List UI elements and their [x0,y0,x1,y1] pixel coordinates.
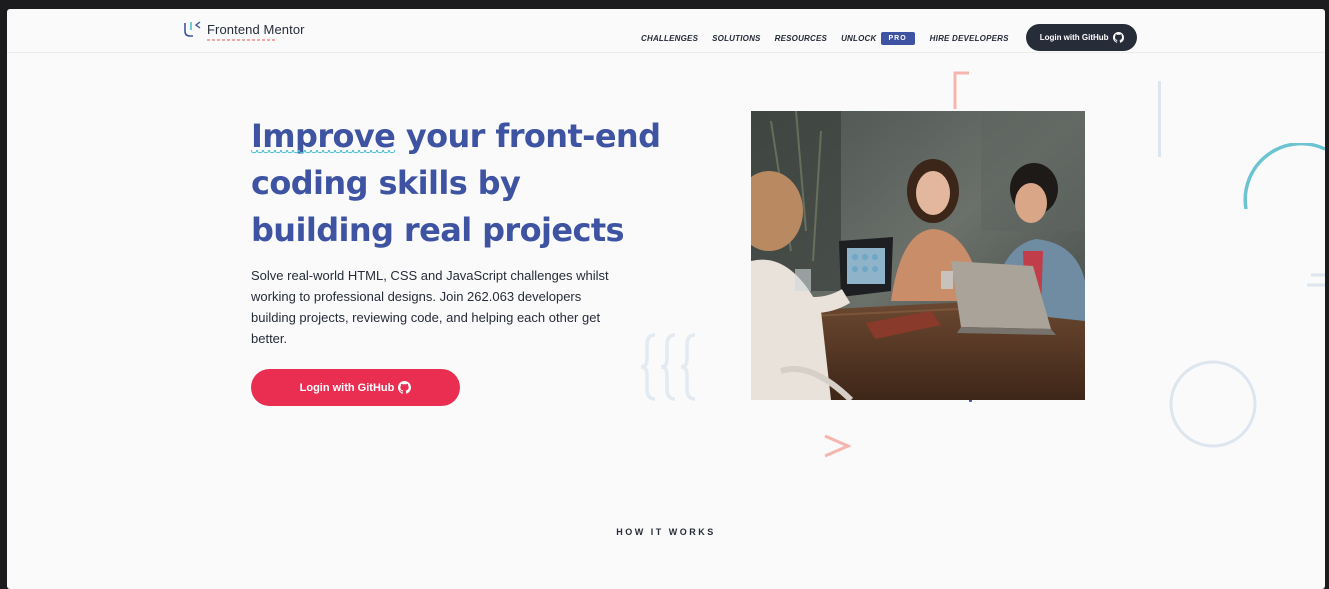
frontend-mentor-logo-icon [184,21,201,37]
vertical-line-decoration [1158,81,1161,157]
browser-viewport: Frontend Mentor CHALLENGES SOLUTIONS RES… [7,9,1325,589]
github-icon [1112,32,1124,43]
hero-login-button[interactable]: Login with GitHub [251,369,460,406]
hero-login-label: Login with GitHub [299,381,395,394]
nav-unlock-label: UNLOCK [841,33,877,43]
circle-outline-icon [1169,360,1257,448]
brand-name: Frontend Mentor [207,21,305,41]
github-icon [398,381,412,394]
nav-unlock-pro[interactable]: UNLOCK PRO [841,31,915,45]
hero-headline: Improve your front-end coding skills by … [251,113,671,254]
pro-badge: PRO [880,31,915,45]
header-login-button[interactable]: Login with GitHub [1025,24,1137,51]
nav-resources[interactable]: RESOURCES [775,34,827,43]
dash-lines-decoration [1307,273,1325,287]
nav-challenges[interactable]: CHALLENGES [641,34,698,43]
nav-hire-developers[interactable]: HIRE DEVELOPERS [930,34,1009,43]
bracket-icon [953,71,969,109]
hero-description: Solve real-world HTML, CSS and JavaScrip… [251,268,609,346]
chevron-right-icon [824,434,852,458]
header-login-label: Login with GitHub [1039,33,1109,42]
headline-highlight: Improve [251,117,396,155]
curly-braces-icon [640,333,696,401]
main-nav: CHALLENGES SOLUTIONS RESOURCES UNLOCK PR… [641,24,1137,51]
logo-link[interactable]: Frontend Mentor [182,19,305,41]
arc-icon [1243,143,1325,210]
site-header: Frontend Mentor CHALLENGES SOLUTIONS RES… [7,9,1325,53]
nav-solutions[interactable]: SOLUTIONS [712,34,760,43]
how-it-works-heading: HOW IT WORKS [616,527,716,537]
hero-photo [751,111,1085,400]
